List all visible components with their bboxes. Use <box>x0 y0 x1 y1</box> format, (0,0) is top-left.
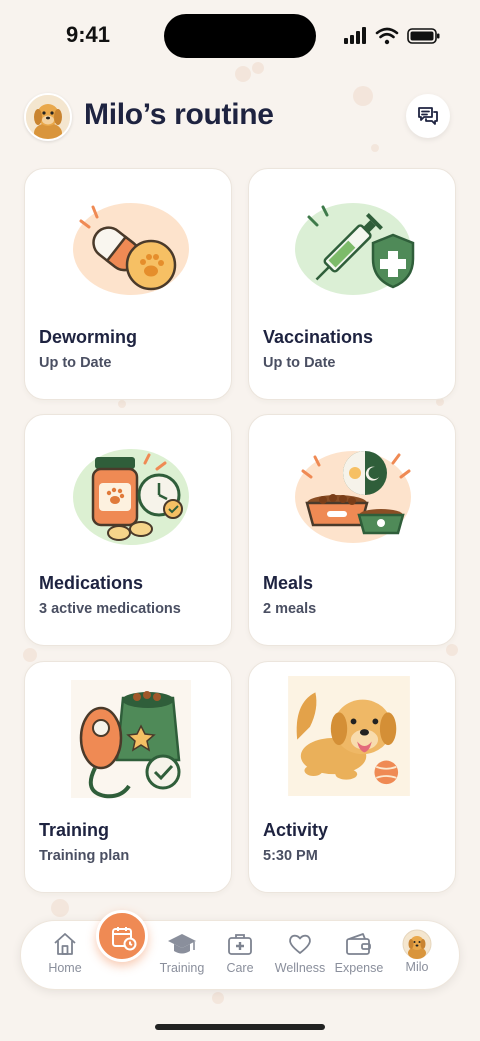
tab-label: Care <box>226 961 254 975</box>
card-activity[interactable]: Activity 5:30 PM <box>248 661 456 893</box>
card-subtitle: Up to Date <box>39 355 112 371</box>
card-title: Deworming <box>39 327 138 347</box>
dog-avatar-icon <box>26 95 70 139</box>
card-title: Meals <box>263 573 314 593</box>
card-title: Activity <box>263 820 329 840</box>
tab-expense[interactable]: Expense <box>331 931 387 985</box>
tab-wellness[interactable]: Wellness <box>271 931 329 985</box>
routine-fab-button[interactable] <box>96 910 148 962</box>
tab-home[interactable]: Home <box>41 931 89 985</box>
status-bar: 9:41 <box>0 0 480 70</box>
tab-label: Wellness <box>274 961 326 975</box>
tab-label: Expense <box>334 961 384 975</box>
heart-icon <box>289 934 311 954</box>
tab-bar: Home Training Care Wellness Expense Milo <box>20 920 460 990</box>
meal-bowls-icon <box>295 451 411 543</box>
wifi-icon <box>375 27 399 39</box>
card-medications[interactable]: Medications 3 active medications <box>24 414 232 646</box>
playing-puppy-icon <box>288 676 410 796</box>
status-icons <box>344 27 440 45</box>
deworming-pill-icon <box>73 203 189 295</box>
medication-bottle-clock-icon <box>73 449 189 545</box>
card-title: Medications <box>39 573 144 593</box>
graduation-cap-icon <box>168 934 196 954</box>
calendar-clock-icon <box>112 927 137 951</box>
home-indicator <box>155 1024 325 1030</box>
card-title: Vaccinations <box>263 327 374 347</box>
wallet-icon <box>346 933 371 955</box>
tab-milo[interactable]: Milo <box>395 929 439 985</box>
card-meals[interactable]: Meals 2 meals <box>248 414 456 646</box>
medical-kit-icon <box>228 934 252 955</box>
tab-training[interactable]: Training <box>155 931 209 985</box>
tab-label: Milo <box>405 960 429 974</box>
card-subtitle: 5:30 PM <box>263 848 318 864</box>
dynamic-island <box>164 14 316 58</box>
status-time: 9:41 <box>66 22 111 47</box>
chat-bubbles-icon <box>418 107 438 125</box>
pet-avatar-icon <box>402 929 432 959</box>
tab-label: Home <box>48 961 82 975</box>
card-subtitle: Training plan <box>39 848 130 864</box>
chat-button[interactable] <box>406 94 450 138</box>
header: Milo’s routine <box>0 88 480 148</box>
tab-label: Training <box>159 961 205 975</box>
home-icon <box>54 933 76 955</box>
training-clicker-pouch-icon <box>71 680 191 799</box>
vaccine-syringe-shield-icon <box>295 203 415 295</box>
card-training[interactable]: Training Training plan <box>24 661 232 893</box>
card-title: Training <box>39 820 110 840</box>
battery-icon <box>407 28 440 44</box>
pet-avatar[interactable] <box>24 93 72 141</box>
tab-care[interactable]: Care <box>217 931 263 985</box>
card-subtitle: Up to Date <box>263 355 336 371</box>
card-deworming[interactable]: Deworming Up to Date <box>24 168 232 400</box>
signal-icon <box>344 27 366 44</box>
card-subtitle: 3 active medications <box>39 601 181 617</box>
card-vaccinations[interactable]: Vaccinations Up to Date <box>248 168 456 400</box>
page-title: Milo’s routine <box>84 98 274 131</box>
card-subtitle: 2 meals <box>263 601 317 617</box>
